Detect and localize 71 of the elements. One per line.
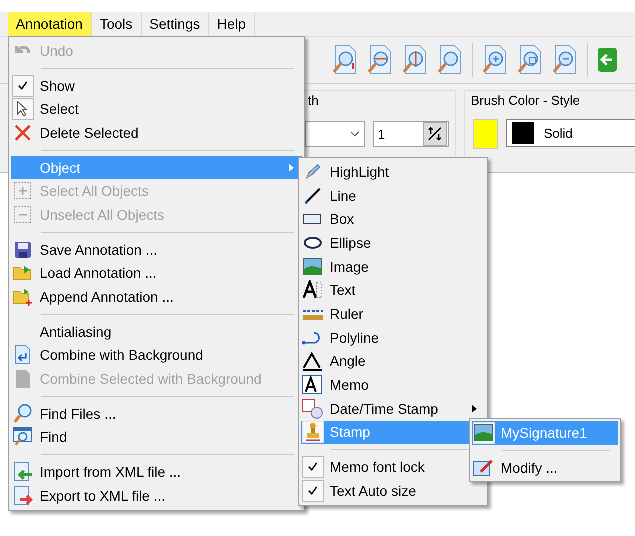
brush-color-swatch[interactable] [473, 119, 498, 149]
menu-item[interactable]: Find [11, 426, 302, 450]
menu-item[interactable]: Import from XML file ... [11, 460, 302, 484]
checkmark-icon [18, 80, 28, 91]
menu-item[interactable]: Antialiasing [11, 320, 302, 344]
unselect-all-icon [14, 206, 32, 224]
zoom-page-icon[interactable] [552, 45, 578, 75]
menu-item[interactable]: Memo [301, 373, 485, 397]
zoom-page-icon[interactable] [402, 45, 428, 75]
menu-item[interactable]: Box [301, 207, 485, 232]
menu-item[interactable]: HighLight [301, 160, 485, 184]
menu-item[interactable]: Date/Time Stamp [301, 396, 485, 421]
magnifier-icon [13, 404, 33, 424]
line-icon [304, 186, 322, 205]
submenu-arrow-icon [289, 164, 294, 172]
import-icon [13, 462, 33, 482]
image-icon [303, 258, 323, 276]
zoom-page-icon[interactable] [517, 45, 543, 75]
export-icon [13, 486, 33, 506]
menu-item[interactable]: Text [301, 278, 485, 302]
text-tool-icon [302, 280, 324, 300]
document-arrow-icon [14, 345, 32, 366]
rectangle-icon [303, 212, 323, 226]
image-icon [474, 424, 494, 442]
edit-icon [473, 458, 495, 478]
stamp-icon [305, 422, 321, 442]
menu-item[interactable]: Ellipse [301, 231, 485, 255]
checkmark-icon [308, 462, 318, 472]
submenu-arrow-icon [472, 404, 477, 413]
menu-item[interactable]: Load Annotation ... [11, 262, 302, 286]
menu-item[interactable]: Select [11, 97, 302, 122]
menu-item[interactable]: Delete Selected [11, 121, 302, 145]
chevron-down-icon [350, 131, 360, 137]
group-title: Brush Color - Style [469, 93, 582, 108]
menu-item[interactable]: Save Annotation ... [11, 238, 302, 262]
width-spin-field[interactable]: 1 [373, 121, 449, 147]
memo-icon [302, 375, 324, 396]
checkmark-icon [308, 486, 318, 496]
menu-item[interactable]: Find Files ... [11, 402, 302, 426]
back-icon[interactable] [597, 47, 617, 73]
delete-icon [14, 124, 32, 142]
zoom-page-icon[interactable] [367, 45, 393, 75]
menu-item[interactable]: Text Auto size [301, 478, 485, 503]
style-swatch [512, 122, 534, 144]
menu-item[interactable]: Append Annotation ... [11, 285, 302, 309]
zoom-page-icon[interactable] [482, 45, 508, 75]
cursor-icon [17, 101, 29, 118]
calendar-clock-icon [302, 398, 324, 419]
pencil-icon [304, 162, 322, 181]
menu-item[interactable]: Show [11, 74, 302, 98]
menu-item[interactable]: Image [301, 254, 485, 278]
line-style-dropdown[interactable] [305, 121, 365, 147]
group-title: th [306, 93, 321, 108]
find-window-icon [13, 427, 33, 448]
menu-item[interactable]: Angle [301, 350, 485, 374]
zoom-page-icon[interactable] [332, 45, 358, 75]
menu-item[interactable]: Polyline [301, 326, 485, 350]
brush-style-dropdown[interactable]: Solid [506, 119, 635, 147]
angle-icon [302, 351, 324, 372]
document-icon [14, 369, 32, 390]
menu-item[interactable]: Export to XML file ... [11, 484, 302, 508]
menu-item[interactable]: Combine with Background [11, 344, 302, 368]
folder-icon [13, 264, 33, 282]
spin-arrows-icon[interactable] [423, 122, 447, 146]
select-all-icon [14, 182, 32, 200]
zoom-page-icon[interactable] [437, 45, 463, 75]
menu-item[interactable]: Line [301, 184, 485, 208]
menubar-item[interactable]: Annotation [8, 12, 92, 36]
ellipse-icon [303, 236, 323, 250]
folder-add-icon [13, 288, 33, 306]
menu-item[interactable]: Ruler [301, 302, 485, 326]
